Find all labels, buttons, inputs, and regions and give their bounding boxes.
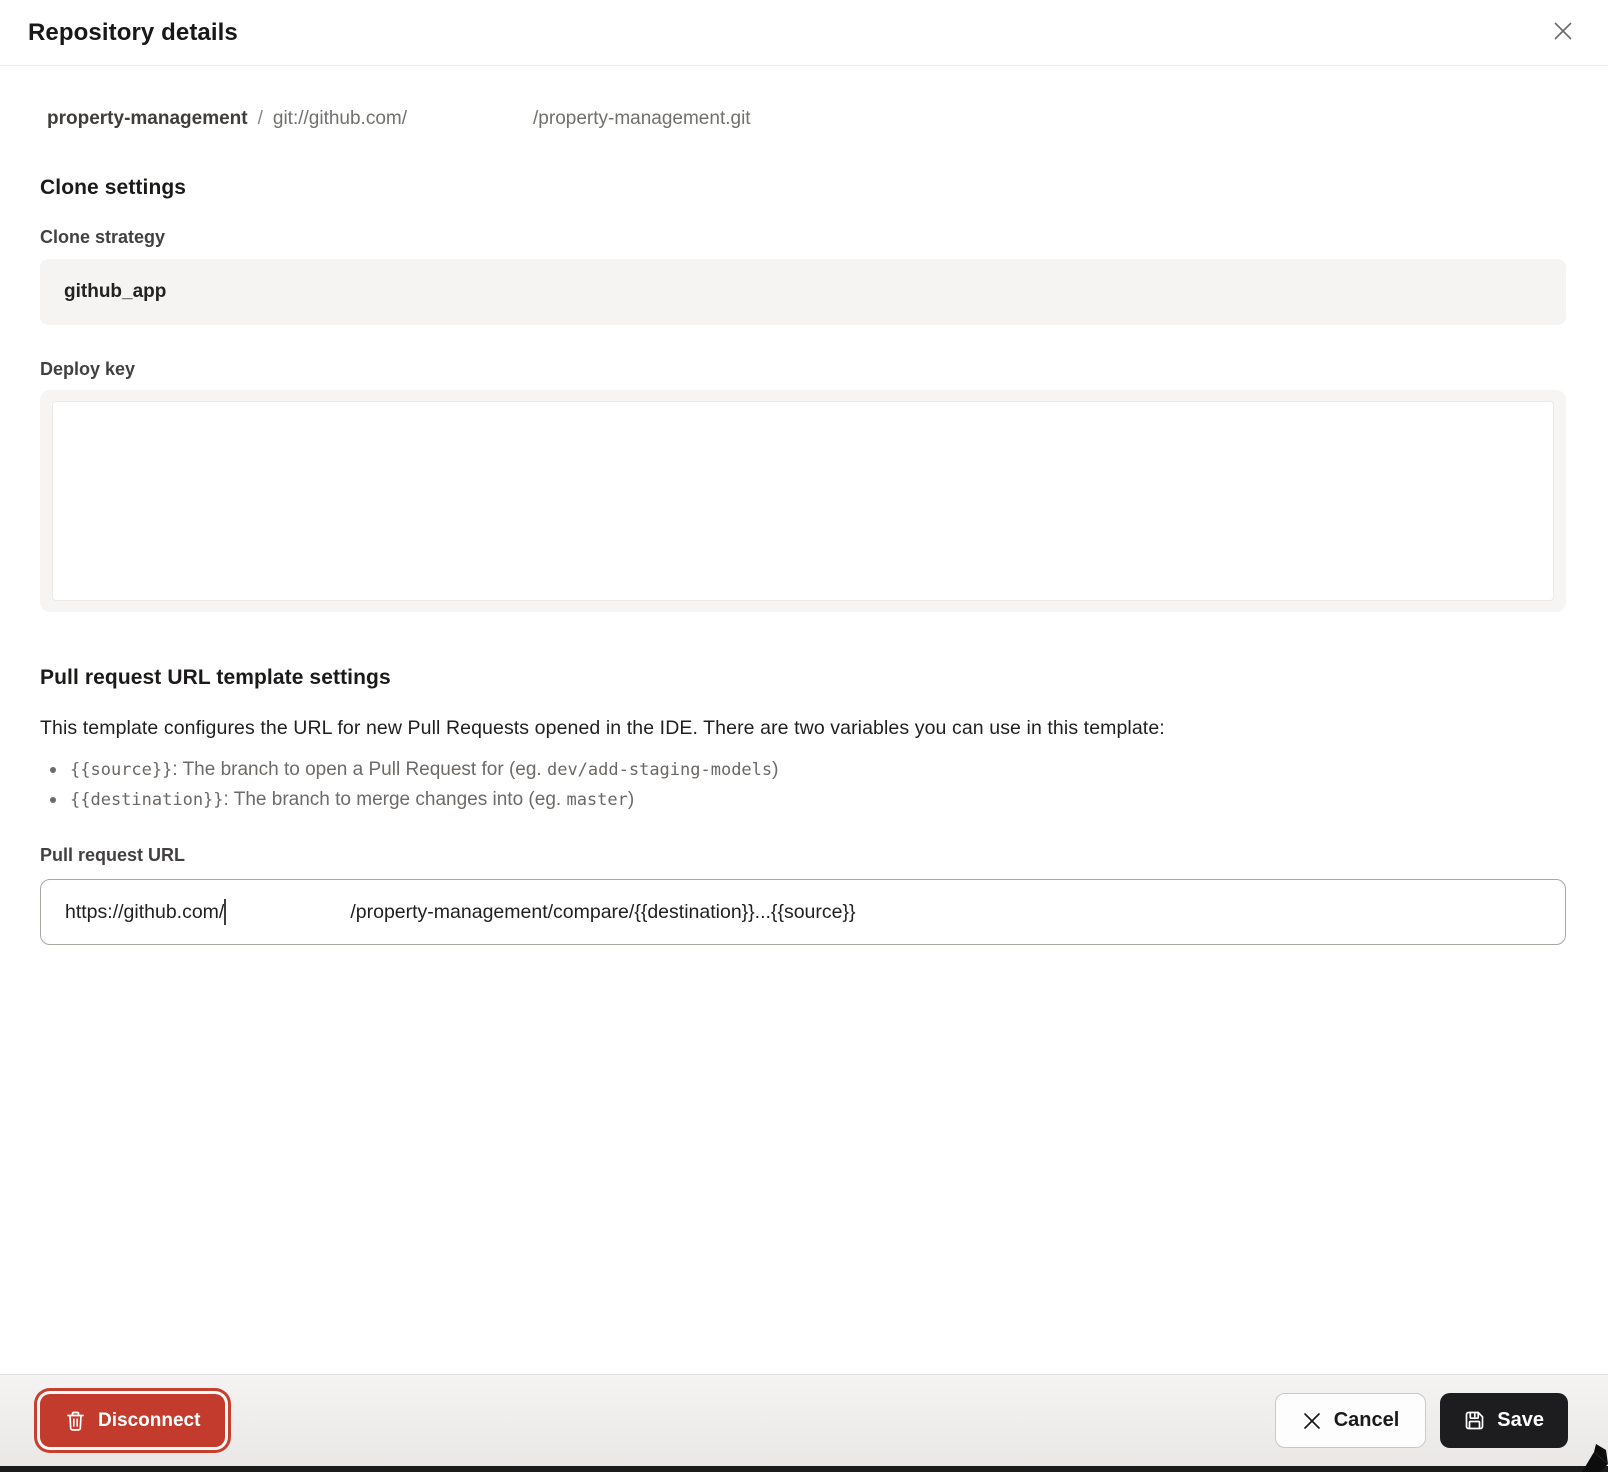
bullet-icon [50, 767, 56, 773]
save-button[interactable]: Save [1440, 1393, 1568, 1448]
source-variable-code: {{source}} [70, 755, 172, 785]
list-item-destination-variable: {{destination}} : The branch to merge ch… [40, 785, 1566, 815]
source-variable-example: dev/add-staging-models [547, 755, 772, 785]
breadcrumb-repo-name: property-management [47, 108, 248, 130]
breadcrumb-url-suffix: /property-management.git [533, 108, 751, 130]
modal-footer: Disconnect Cancel Save [0, 1374, 1608, 1466]
trash-icon [65, 1410, 86, 1432]
destination-variable-code: {{destination}} [70, 785, 224, 815]
breadcrumb: property-management / git://github.com/ … [40, 108, 1566, 130]
destination-variable-suffix: ) [628, 785, 634, 815]
page-title: Repository details [28, 19, 238, 47]
deploy-key-well [40, 390, 1566, 612]
destination-variable-example: master [566, 785, 627, 815]
redacted-org-gap [407, 123, 533, 124]
url-value-suffix: /property-management/compare/{{destinati… [350, 901, 855, 924]
pr-template-variable-list: {{source}} : The branch to open a Pull R… [40, 755, 1566, 815]
clone-strategy-value-field[interactable]: github_app [40, 259, 1566, 325]
modal-header: Repository details [0, 0, 1608, 66]
source-variable-text: : The branch to open a Pull Request for … [172, 755, 547, 785]
deploy-key-textarea[interactable] [52, 401, 1554, 601]
clone-strategy-label: Clone strategy [40, 227, 1566, 248]
clone-settings-heading: Clone settings [40, 176, 1566, 200]
deploy-key-label: Deploy key [40, 359, 1566, 380]
cancel-button-label: Cancel [1334, 1409, 1400, 1432]
breadcrumb-url-prefix: git://github.com/ [273, 108, 407, 130]
close-button[interactable] [1548, 18, 1578, 48]
pull-request-url-label: Pull request URL [40, 845, 1566, 866]
footer-actions: Cancel Save [1275, 1393, 1568, 1448]
pull-request-url-input[interactable]: https://github.com/ /property-management… [40, 879, 1566, 945]
breadcrumb-separator: / [258, 108, 263, 130]
redacted-org-gap [226, 912, 350, 913]
clone-strategy-value: github_app [64, 281, 166, 303]
pr-template-description: This template configures the URL for new… [40, 717, 1566, 740]
destination-variable-text: : The branch to merge changes into (eg. [224, 785, 567, 815]
source-variable-suffix: ) [772, 755, 778, 785]
close-icon [1302, 1411, 1322, 1431]
cancel-button[interactable]: Cancel [1275, 1393, 1427, 1448]
bullet-icon [50, 797, 56, 803]
modal-body: property-management / git://github.com/ … [0, 108, 1608, 945]
close-icon [1551, 19, 1575, 46]
floppy-disk-icon [1464, 1410, 1485, 1431]
disconnect-button[interactable]: Disconnect [40, 1394, 225, 1447]
save-button-label: Save [1497, 1409, 1544, 1432]
list-item-source-variable: {{source}} : The branch to open a Pull R… [40, 755, 1566, 785]
disconnect-button-label: Disconnect [98, 1410, 200, 1432]
url-value-prefix: https://github.com/ [65, 901, 224, 924]
window-bottom-edge [0, 1466, 1608, 1472]
pr-template-heading: Pull request URL template settings [40, 666, 1566, 690]
